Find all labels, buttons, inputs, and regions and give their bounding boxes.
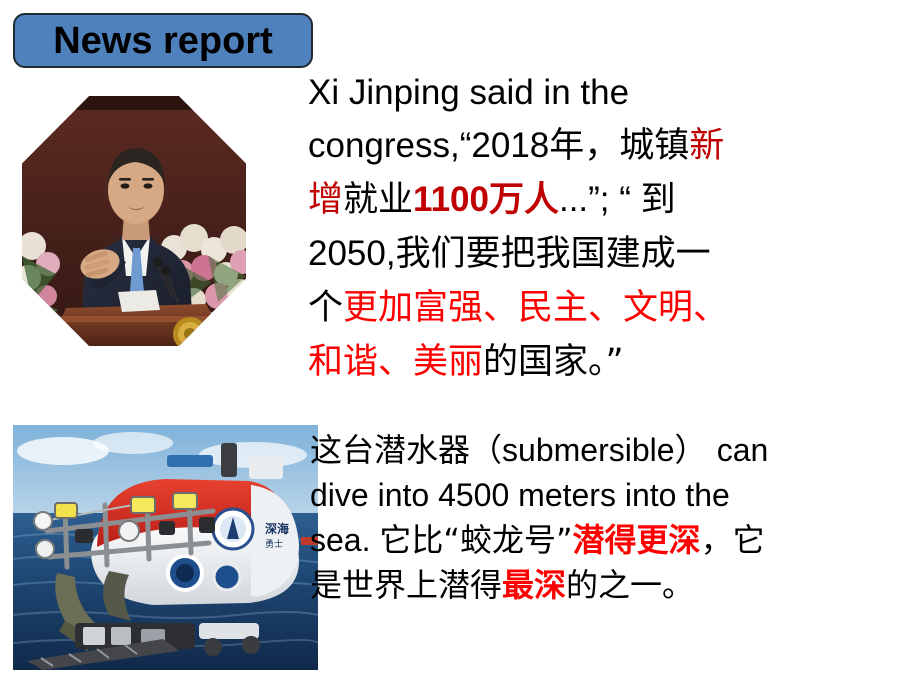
news-run-highlight: 增 <box>308 180 344 220</box>
news-line-1: Xi Jinping said in the <box>308 66 920 119</box>
sub-line-4: 是世界上潜得最深的之一。 <box>310 563 920 608</box>
submersible-paragraph: 这台潜水器（submersible） can dive into 4500 me… <box>310 428 920 608</box>
submersible-photo-graphic: 深海 勇士 <box>13 425 318 670</box>
news-run: 到 <box>640 180 676 220</box>
news-report-title-badge[interactable]: News report <box>13 13 313 68</box>
sub-run: 这台潜水器（ <box>310 431 503 469</box>
sub-line-3: sea. 它比“蛟龙号”潜得更深，它 <box>310 518 920 563</box>
speaker-photo-graphic <box>22 96 246 346</box>
news-run: congress,“2018 <box>308 126 550 165</box>
news-paragraph: Xi Jinping said in the congress,“2018年，城… <box>308 66 920 389</box>
sub-run: 是世界上潜得 <box>310 566 503 604</box>
sub-run: ，它 <box>700 521 765 559</box>
sub-line-2: dive into 4500 meters into the <box>310 473 920 518</box>
news-run: ...”; “ <box>558 180 641 219</box>
news-run-year: 2050, <box>308 234 396 273</box>
news-run: 就业 <box>343 180 414 220</box>
news-run-highlight: 新 <box>689 126 725 166</box>
svg-text:勇士: 勇士 <box>265 538 283 550</box>
news-line-4: 2050,我们要把我国建成一 <box>308 227 920 281</box>
news-run-unit: 万人 <box>488 180 559 220</box>
sub-run: can <box>716 432 769 468</box>
sub-run-highlight: 潜得更深 <box>572 521 701 559</box>
sub-run-term: submersible <box>502 432 675 468</box>
svg-text:深海: 深海 <box>265 521 289 536</box>
slide-canvas: News report 深海 勇士 Xi Jinping said in the… <box>0 0 920 690</box>
sub-run: ） <box>674 431 717 469</box>
sub-run-highlight: 最深 <box>502 566 567 604</box>
sub-run: sea. <box>310 522 380 558</box>
news-run: 的国家。” <box>483 342 624 382</box>
news-run-number: 1100 <box>413 180 489 219</box>
news-line-5: 个更加富强、民主、文明、 <box>308 281 920 335</box>
news-run: 个 <box>308 288 344 328</box>
news-run-highlight: 更加富强、民主、文明、 <box>343 288 729 328</box>
page-title: News report <box>53 19 273 62</box>
sub-line-1: 这台潜水器（submersible） can <box>310 428 920 473</box>
news-line-6: 和谐、美丽的国家。” <box>308 335 920 389</box>
sub-run: 的之一。 <box>566 566 695 604</box>
submersible-photo[interactable]: 深海 勇士 <box>13 425 318 670</box>
news-run: 年，城镇 <box>549 126 690 166</box>
news-line-3: 增就业1100万人...”; “ 到 <box>308 173 920 227</box>
news-run: 我们要把我国建成一 <box>395 234 711 274</box>
news-line-2: congress,“2018年，城镇新 <box>308 119 920 173</box>
sub-run: dive into 4500 meters into the <box>310 477 730 513</box>
news-run: Xi Jinping said in the <box>308 73 630 112</box>
speaker-photo[interactable] <box>22 96 246 346</box>
news-run-highlight: 和谐、美丽 <box>308 342 484 382</box>
sub-run: 它比“蛟龙号” <box>379 521 573 559</box>
